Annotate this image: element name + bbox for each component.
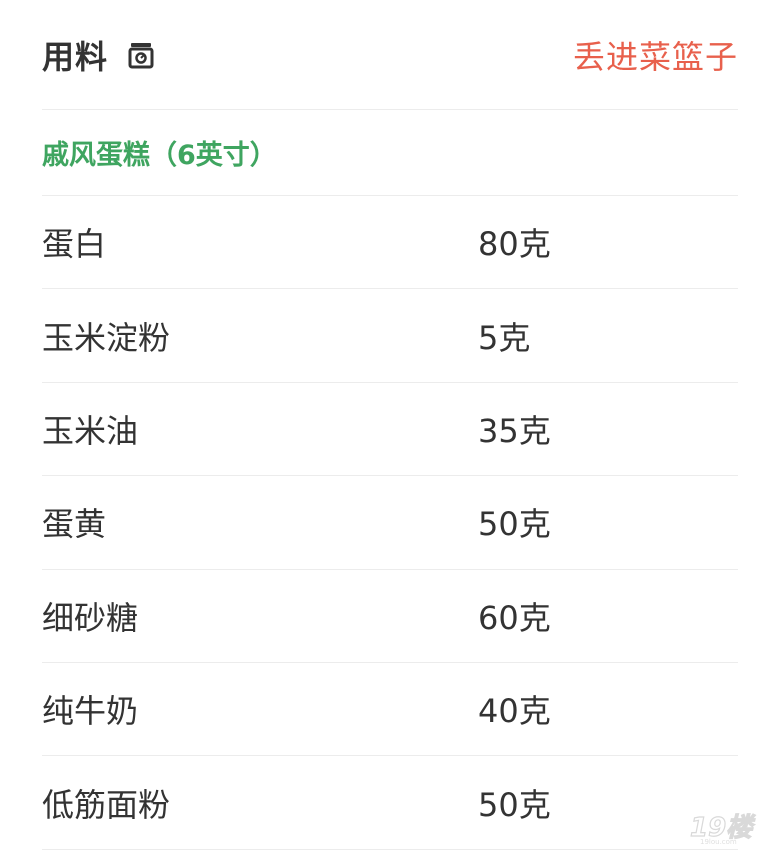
ingredients-panel: 用料 丢进菜篮子 戚风蛋糕（6英寸） 蛋白 80克 玉米淀粉 5克 玉米油 35… [42,0,738,850]
ingredients-header: 用料 丢进菜篮子 [42,0,738,110]
ingredient-amount: 80克 [478,225,551,264]
ingredient-amount: 50克 [478,785,551,824]
site-watermark-logo: 19楼 19lou.com [686,806,758,846]
ingredient-row: 纯牛奶 40克 [42,663,738,757]
ingredient-amount: 50克 [478,505,551,544]
ingredient-name: 蛋白 [42,225,107,264]
ingredient-name: 玉米油 [42,411,139,450]
ingredient-row: 玉米淀粉 5克 [42,289,738,383]
ingredient-row: 低筋面粉 50克 [42,756,738,850]
kitchen-scale-icon [128,41,154,69]
ingredient-name: 细砂糖 [42,598,139,637]
svg-text:19lou.com: 19lou.com [700,838,737,846]
header-title-group: 用料 [42,32,154,78]
ingredient-name: 蛋黄 [42,505,107,544]
ingredient-row: 蛋白 80克 [42,196,738,290]
page-title: 用料 [42,37,109,76]
ingredient-row: 细砂糖 60克 [42,570,738,663]
ingredient-amount: 5克 [478,318,531,357]
ingredient-name: 纯牛奶 [42,692,139,731]
ingredient-list: 蛋白 80克 玉米淀粉 5克 玉米油 35克 蛋黄 50克 细砂糖 60克 纯牛… [42,196,738,850]
ingredient-row: 蛋黄 50克 [42,476,738,570]
recipe-section-title: 戚风蛋糕（6英寸） [42,110,738,196]
ingredient-amount: 35克 [478,411,551,450]
ingredient-name: 玉米淀粉 [42,318,171,357]
ingredient-amount: 40克 [478,692,551,731]
ingredient-name: 低筋面粉 [42,785,171,824]
add-to-basket-button[interactable]: 丢进菜篮子 [573,32,738,78]
ingredient-row: 玉米油 35克 [42,383,738,477]
ingredient-amount: 60克 [478,598,551,637]
